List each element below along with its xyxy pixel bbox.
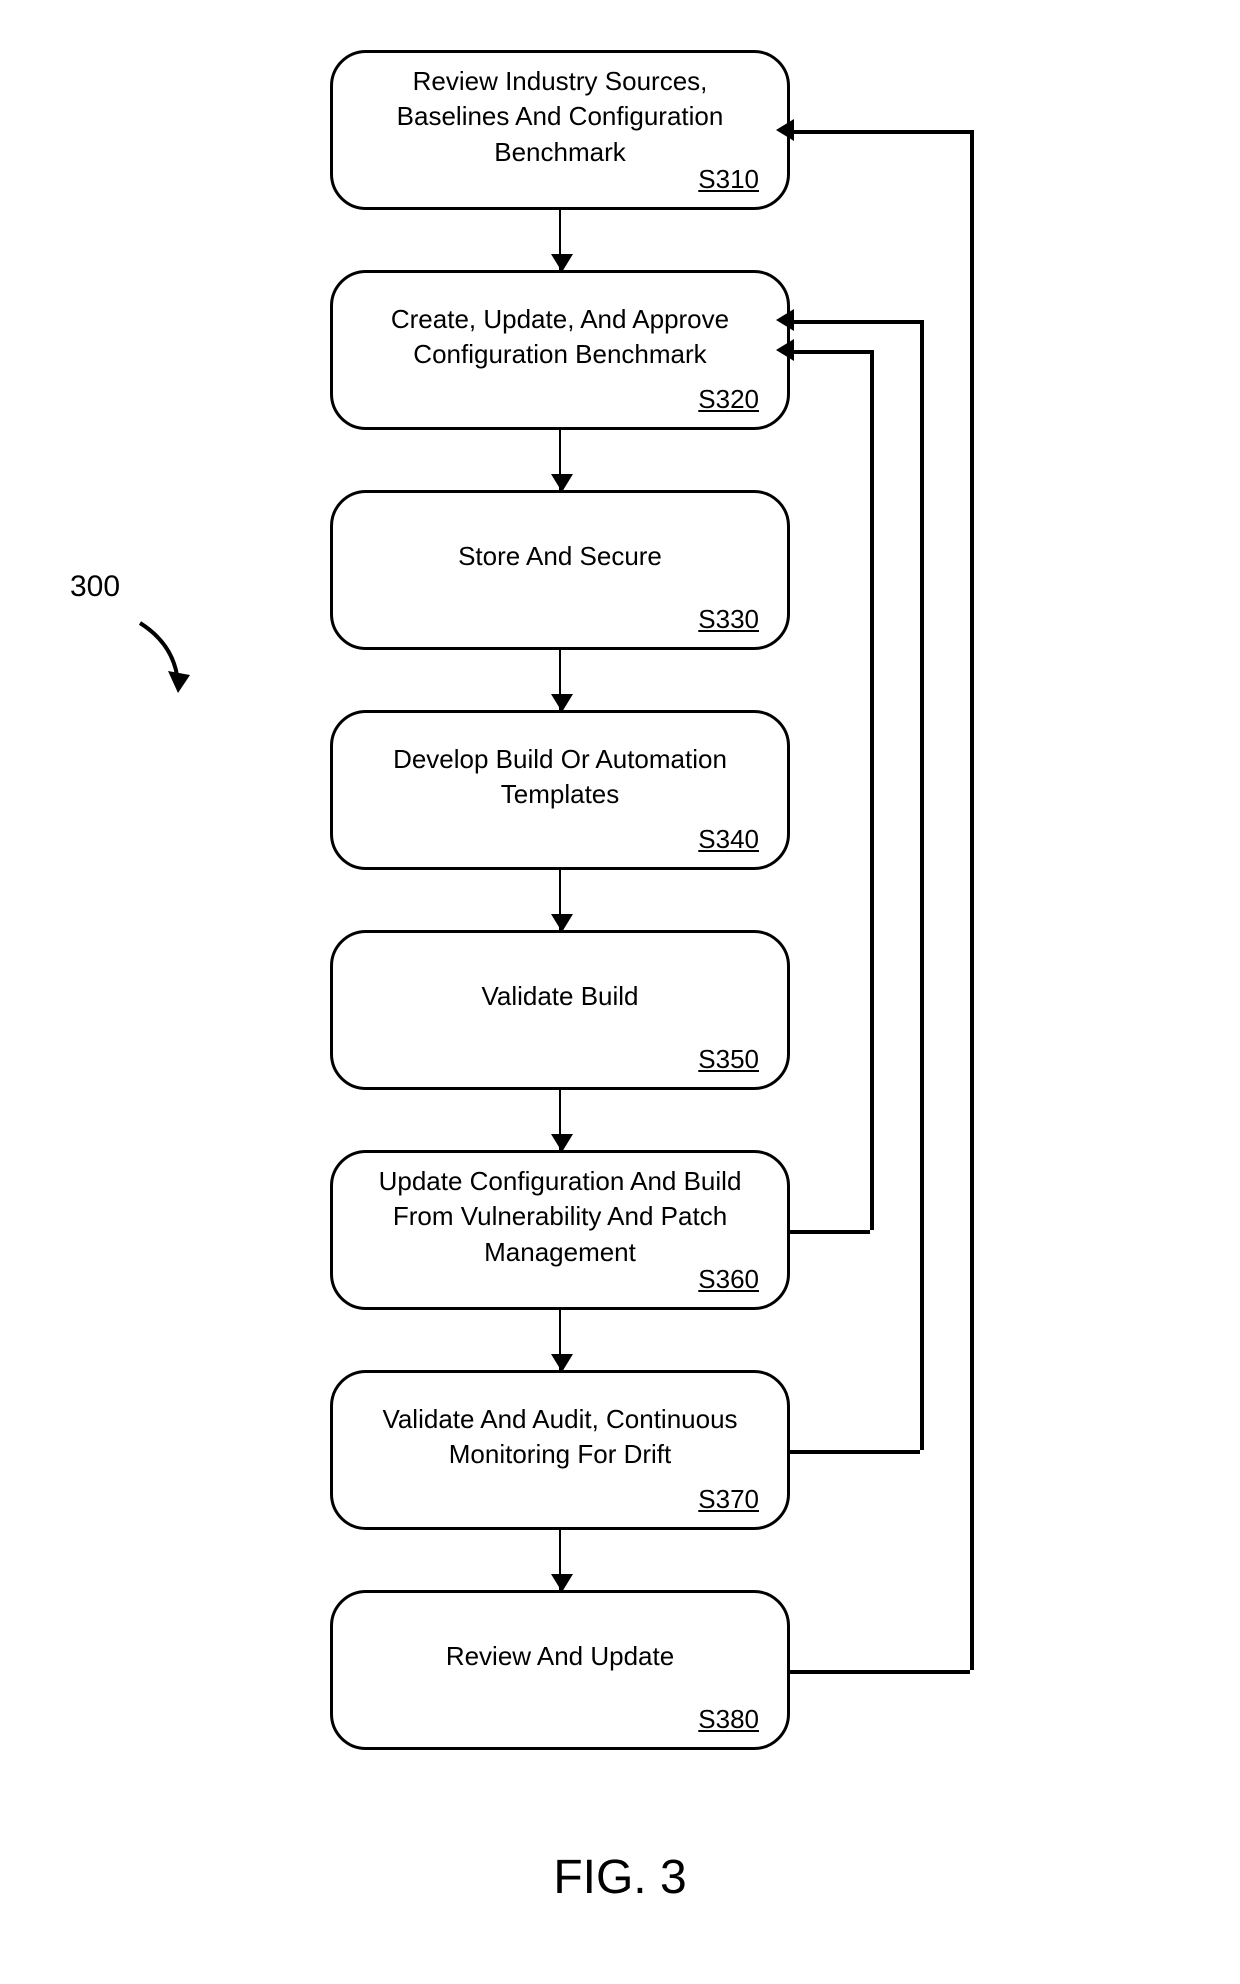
arrow-down-icon: [559, 1310, 561, 1370]
step-s370: Validate And Audit, Continuous Monitorin…: [330, 1370, 790, 1530]
step-id: S320: [698, 384, 759, 415]
step-id: S350: [698, 1044, 759, 1075]
arrow-down-icon: [559, 430, 561, 490]
step-id: S360: [698, 1264, 759, 1295]
step-s380: Review And Update S380: [330, 1590, 790, 1750]
arrow-left-icon: [776, 339, 794, 361]
step-label: Review Industry Sources, Baselines And C…: [357, 64, 763, 169]
step-label: Store And Secure: [458, 539, 662, 574]
step-label: Validate Build: [481, 979, 638, 1014]
arrow-down-icon: [559, 210, 561, 270]
flowchart-container: Review Industry Sources, Baselines And C…: [280, 50, 840, 1810]
step-s340: Develop Build Or Automation Templates S3…: [330, 710, 790, 870]
step-id: S310: [698, 164, 759, 195]
reference-number: 300: [70, 570, 120, 604]
arrow-down-icon: [559, 1090, 561, 1150]
step-label: Review And Update: [446, 1639, 674, 1674]
reference-arrow-icon: [120, 615, 210, 715]
arrow-down-icon: [559, 1530, 561, 1590]
step-s360: Update Configuration And Build From Vuln…: [330, 1150, 790, 1310]
arrow-left-icon: [776, 309, 794, 331]
step-label: Validate And Audit, Continuous Monitorin…: [357, 1402, 763, 1472]
arrow-left-icon: [776, 119, 794, 141]
arrow-down-icon: [559, 870, 561, 930]
step-label: Develop Build Or Automation Templates: [357, 742, 763, 812]
step-s330: Store And Secure S330: [330, 490, 790, 650]
step-s310: Review Industry Sources, Baselines And C…: [330, 50, 790, 210]
step-id: S330: [698, 604, 759, 635]
step-id: S380: [698, 1704, 759, 1735]
step-label: Create, Update, And Approve Configuratio…: [357, 302, 763, 372]
figure-caption: FIG. 3: [0, 1850, 1240, 1905]
arrow-down-icon: [559, 650, 561, 710]
step-id: S370: [698, 1484, 759, 1515]
step-s350: Validate Build S350: [330, 930, 790, 1090]
step-id: S340: [698, 824, 759, 855]
step-s320: Create, Update, And Approve Configuratio…: [330, 270, 790, 430]
step-label: Update Configuration And Build From Vuln…: [357, 1164, 763, 1269]
